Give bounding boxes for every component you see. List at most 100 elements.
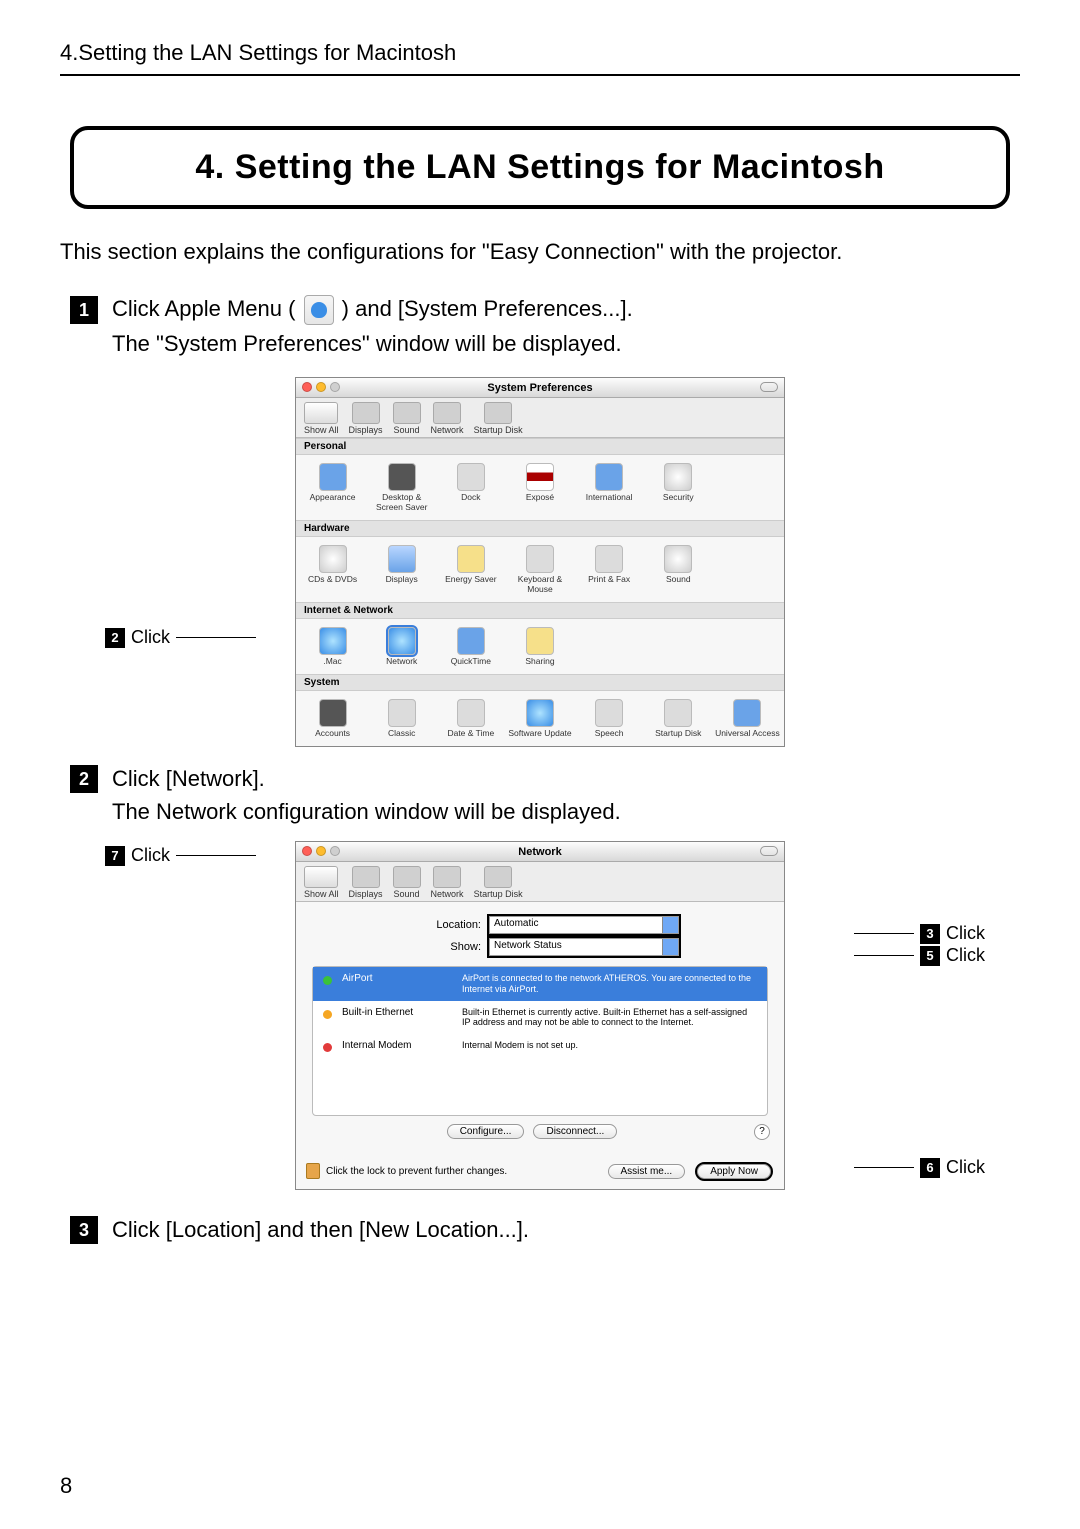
section-system: System — [296, 674, 784, 691]
step-3: 3 Click [Location] and then [New Locatio… — [70, 1216, 1020, 1244]
network-window: Network Show All Displays Sound Network … — [295, 841, 785, 1190]
pref-international[interactable]: International — [577, 461, 642, 514]
pref-dotmac[interactable]: .Mac — [300, 625, 365, 668]
toolbar-showall[interactable]: Show All — [304, 866, 339, 899]
callout-6: 6Click — [854, 1157, 985, 1178]
status-row-airport[interactable]: AirPort AirPort is connected to the netw… — [313, 967, 767, 1001]
minimize-icon[interactable] — [316, 382, 326, 392]
section-hardware: Hardware — [296, 520, 784, 537]
network-titlebar: Network — [296, 842, 784, 862]
help-icon[interactable]: ? — [754, 1124, 770, 1140]
toolbar-sound[interactable]: Sound — [393, 866, 421, 899]
status-row-modem[interactable]: Internal Modem Internal Modem is not set… — [313, 1034, 767, 1058]
close-icon[interactable] — [302, 382, 312, 392]
pref-security[interactable]: Security — [646, 461, 711, 514]
zoom-icon[interactable] — [330, 846, 340, 856]
pref-sound[interactable]: Sound — [646, 543, 711, 596]
apple-menu-icon — [304, 295, 334, 325]
pref-printfax[interactable]: Print & Fax — [577, 543, 642, 596]
pref-accounts[interactable]: Accounts — [300, 697, 365, 740]
status-row-ethernet[interactable]: Built-in Ethernet Built-in Ethernet is c… — [313, 1001, 767, 1035]
network-body: Location: Automatic Show: Network Status… — [296, 902, 784, 1157]
toolbar-sound[interactable]: Sound — [393, 402, 421, 435]
toolbar-toggle-icon[interactable] — [760, 382, 778, 392]
pref-desktop[interactable]: Desktop & Screen Saver — [369, 461, 434, 514]
pref-sharing[interactable]: Sharing — [507, 625, 572, 668]
step-1: 1 Click Apple Menu ( ) and [System Prefe… — [70, 295, 1020, 325]
assist-button[interactable]: Assist me... — [608, 1164, 686, 1179]
close-icon[interactable] — [302, 846, 312, 856]
zoom-icon[interactable] — [330, 382, 340, 392]
figure-system-preferences: 2Click System Preferences Show All Displ… — [190, 377, 890, 747]
step-2-sub: The Network configuration window will be… — [112, 799, 1020, 825]
section-personal: Personal — [296, 438, 784, 455]
toolbar-displays[interactable]: Displays — [349, 402, 383, 435]
lock-row: Click the lock to prevent further change… — [296, 1157, 784, 1189]
minimize-icon[interactable] — [316, 846, 326, 856]
step-1-text: Click Apple Menu ( ) and [System Prefere… — [112, 295, 633, 325]
pref-startup[interactable]: Startup Disk — [646, 697, 711, 740]
pref-classic[interactable]: Classic — [369, 697, 434, 740]
pref-datetime[interactable]: Date & Time — [438, 697, 503, 740]
pref-network[interactable]: Network — [369, 625, 434, 668]
pref-appearance[interactable]: Appearance — [300, 461, 365, 514]
chevron-updown-icon — [662, 939, 678, 955]
section-title: 4. Setting the LAN Settings for Macintos… — [94, 148, 986, 187]
pref-displays[interactable]: Displays — [369, 543, 434, 596]
intro-text: This section explains the configurations… — [60, 239, 1020, 265]
section-title-box: 4. Setting the LAN Settings for Macintos… — [70, 126, 1010, 209]
grid-internet: .Mac Network QuickTime Sharing — [296, 619, 784, 674]
apply-now-button[interactable]: Apply Now — [697, 1164, 771, 1179]
toolbar-network[interactable]: Network — [431, 402, 464, 435]
toolbar-showall[interactable]: Show All — [304, 402, 339, 435]
status-dot-red — [323, 1043, 332, 1052]
pref-cds[interactable]: CDs & DVDs — [300, 543, 365, 596]
pref-universal[interactable]: Universal Access — [715, 697, 780, 740]
page-number: 8 — [60, 1473, 72, 1499]
network-window-controls[interactable] — [302, 846, 340, 856]
location-label: Location: — [401, 919, 481, 931]
show-label: Show: — [401, 941, 481, 953]
callout-3: 3Click — [854, 923, 985, 944]
network-title: Network — [518, 846, 561, 858]
pref-software[interactable]: Software Update — [507, 697, 572, 740]
configure-button[interactable]: Configure... — [447, 1124, 525, 1139]
toolbar-toggle-icon[interactable] — [760, 846, 778, 856]
sysprefs-toolbar: Show All Displays Sound Network Startup … — [296, 398, 784, 438]
step-number-3: 3 — [70, 1216, 98, 1244]
grid-personal: Appearance Desktop & Screen Saver Dock E… — [296, 455, 784, 520]
section-internet: Internet & Network — [296, 602, 784, 619]
window-controls[interactable] — [302, 382, 340, 392]
toolbar-startup[interactable]: Startup Disk — [474, 866, 523, 899]
pref-keyboard[interactable]: Keyboard & Mouse — [507, 543, 572, 596]
toolbar-network[interactable]: Network — [431, 866, 464, 899]
lock-icon[interactable] — [306, 1163, 320, 1179]
network-status-list: AirPort AirPort is connected to the netw… — [312, 966, 768, 1116]
disconnect-button[interactable]: Disconnect... — [533, 1124, 617, 1139]
running-header: 4.Setting the LAN Settings for Macintosh — [60, 40, 1020, 76]
pref-speech[interactable]: Speech — [577, 697, 642, 740]
pref-expose[interactable]: Exposé — [507, 461, 572, 514]
toolbar-displays[interactable]: Displays — [349, 866, 383, 899]
step-2: 2 Click [Network]. — [70, 765, 1020, 793]
pref-quicktime[interactable]: QuickTime — [438, 625, 503, 668]
show-row: Show: Network Status — [310, 938, 770, 956]
callout-7: 7Click — [105, 845, 256, 866]
step-number-2: 2 — [70, 765, 98, 793]
toolbar-startup[interactable]: Startup Disk — [474, 402, 523, 435]
pref-dock[interactable]: Dock — [438, 461, 503, 514]
location-row: Location: Automatic — [310, 916, 770, 934]
callout-2: 2Click — [105, 627, 256, 648]
show-select[interactable]: Network Status — [489, 938, 679, 956]
pref-energy[interactable]: Energy Saver — [438, 543, 503, 596]
network-toolbar: Show All Displays Sound Network Startup … — [296, 862, 784, 902]
step-2-text: Click [Network]. — [112, 766, 265, 792]
lock-text: Click the lock to prevent further change… — [326, 1166, 507, 1177]
system-preferences-window: System Preferences Show All Displays Sou… — [295, 377, 785, 747]
sysprefs-titlebar: System Preferences — [296, 378, 784, 398]
grid-hardware: CDs & DVDs Displays Energy Saver Keyboar… — [296, 537, 784, 602]
step-number-1: 1 — [70, 296, 98, 324]
status-dot-orange — [323, 1010, 332, 1019]
step-3-text: Click [Location] and then [New Location.… — [112, 1217, 529, 1243]
location-select[interactable]: Automatic — [489, 916, 679, 934]
